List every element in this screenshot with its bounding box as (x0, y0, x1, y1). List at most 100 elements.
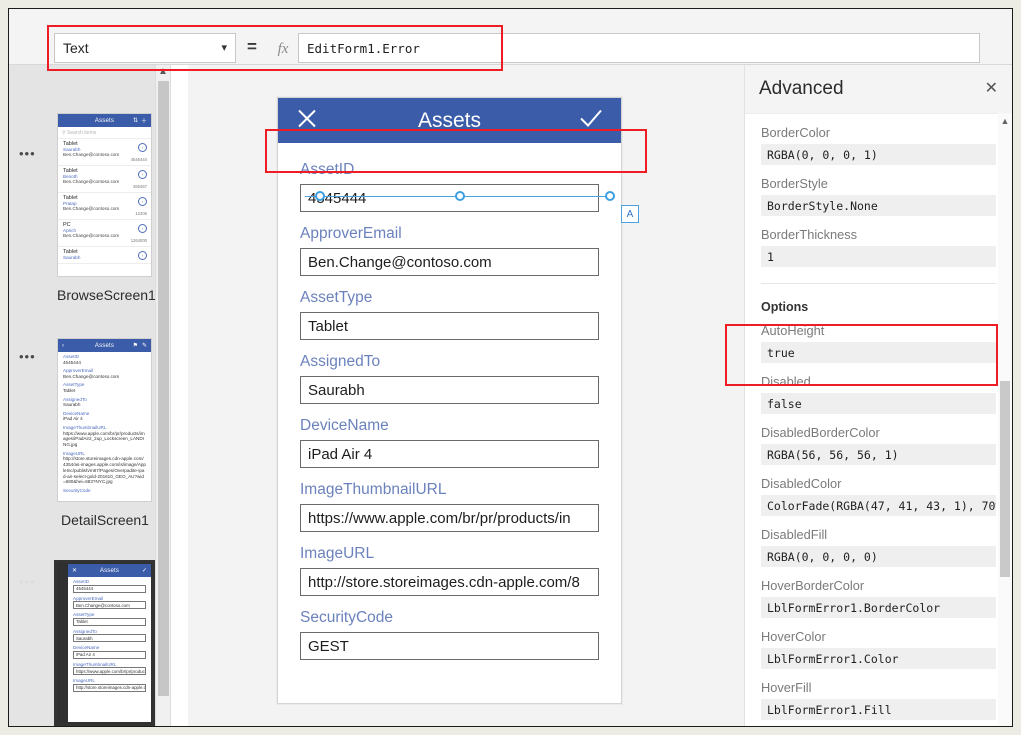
list-item: Tablet Saurabh › (58, 247, 151, 264)
screen-thumb-detailscreen1[interactable]: ‹ Assets ⚑ ✎ AssetID 4545444 ApproverEma… (57, 338, 152, 502)
close-icon[interactable]: ✕ (985, 81, 998, 97)
field-label-assignedto: AssignedTo (300, 353, 599, 371)
field-label: ImageURL (63, 451, 146, 456)
edit-field: ApproverEmail Ben.Change@contoso.com (68, 594, 151, 611)
formula-input[interactable]: EditForm1.Error ▾ (298, 33, 980, 63)
property-select[interactable]: Text ▾ (54, 33, 236, 63)
prop-name-disabled: Disabled (761, 374, 996, 389)
prop-value-autoheight[interactable]: true (761, 342, 996, 363)
item-person: Saurabh (63, 255, 147, 260)
prop-value-disabledfill[interactable]: RGBA(0, 0, 0, 0) (761, 546, 996, 567)
field-label-imageurl: ImageURL (300, 545, 599, 563)
left-pane-scrollbar[interactable]: ▲ (155, 65, 171, 726)
confirm-icon[interactable] (579, 107, 603, 134)
field-input-assignedto[interactable]: Saurabh (300, 376, 599, 404)
screen-overflow-menu-browse[interactable]: ••• (19, 147, 36, 160)
section-header-options: Options (761, 300, 996, 314)
prop-name-hovercolor: HoverColor (761, 629, 996, 644)
field-label-securitycode: SecurityCode (300, 609, 599, 627)
field-label: AssignedTo (63, 397, 146, 402)
prop-name-disabledbordercolor: DisabledBorderColor (761, 425, 996, 440)
prop-value-bordercolor[interactable]: RGBA(0, 0, 0, 1) (761, 144, 996, 165)
chevron-right-icon: › (138, 197, 147, 206)
prop-value-hovercolor[interactable]: LblFormError1.Color (761, 648, 996, 669)
scroll-up-icon[interactable]: ▲ (156, 67, 170, 77)
chevron-down-icon: ▾ (221, 43, 227, 54)
field-input-securitycode[interactable]: GEST (300, 632, 599, 660)
scroll-thumb[interactable] (158, 81, 169, 696)
thumb-edit-icon: ✎ (142, 342, 147, 349)
screen-thumb-editscreen1[interactable]: ✕ Assets ✓ AssetID 4545444 ApproverEmail… (57, 563, 152, 723)
prop-name-bordercolor: BorderColor (761, 125, 996, 140)
prop-name-hoverfill: HoverFill (761, 680, 996, 695)
field-input-assetid[interactable]: 4545444 (300, 184, 599, 212)
screens-thumbnail-pane[interactable]: ••• Assets ⇅ ＋ ⚲ Search items Tablet Sau… (9, 65, 171, 726)
field-label: ImageURL (73, 678, 146, 683)
screen-caption-detailscreen1: DetailScreen1 (57, 512, 153, 528)
phone-preview[interactable]: Assets AssetID 4545444 ApproverEmail Ben… (277, 97, 622, 704)
field-label: AssignedTo (73, 629, 146, 634)
thumb-flag-icon: ⚑ (133, 342, 138, 349)
resize-handle-left[interactable] (315, 191, 325, 201)
prop-value-hoverbordercolor[interactable]: LblFormError1.BorderColor (761, 597, 996, 618)
field-input: iPad Air 4 (73, 651, 146, 659)
chevron-right-icon: › (138, 143, 147, 152)
prop-name-borderthickness: BorderThickness (761, 227, 996, 242)
property-select-value: Text (63, 40, 89, 56)
equals-sign: = (243, 37, 261, 57)
field-label: AssetID (63, 354, 146, 359)
field-label: AssetType (73, 612, 146, 617)
prop-value-borderstyle[interactable]: BorderStyle.None (761, 195, 996, 216)
formula-bar: Text ▾ = fx EditForm1.Error ▾ (9, 9, 1012, 65)
check-icon (579, 107, 603, 129)
scroll-thumb[interactable] (1000, 381, 1010, 577)
field-input-assettype[interactable]: Tablet (300, 312, 599, 340)
list-item: Tablet Saurabh Ben.Change@contoso.com 45… (58, 139, 151, 166)
edit-field: DeviceName iPad Air 4 (68, 643, 151, 660)
item-code: 12206 (63, 211, 147, 216)
screen-thumb-browsescreen1[interactable]: Assets ⇅ ＋ ⚲ Search items Tablet Saurabh… (57, 113, 152, 277)
cancel-icon[interactable] (296, 107, 318, 134)
field-input-devicename[interactable]: iPad Air 4 (300, 440, 599, 468)
detail-field: AssignedTo Saurabh (58, 395, 151, 409)
field-input: Tablet (73, 618, 146, 626)
field-input-approveremail[interactable]: Ben.Change@contoso.com (300, 248, 599, 276)
advanced-panel-scrollbar[interactable]: ▲ (998, 113, 1012, 726)
app-canvas[interactable]: Assets AssetID 4545444 ApproverEmail Ben… (188, 65, 744, 726)
detail-field: ImageThumbnailURL https://www.apple.com/… (58, 423, 151, 449)
scroll-up-icon[interactable]: ▲ (998, 117, 1012, 126)
field-label: ApproverEmail (73, 596, 146, 601)
field-input-imageurl[interactable]: http://store.storeimages.cdn-apple.com/8 (300, 568, 599, 596)
chevron-right-icon: › (138, 251, 147, 260)
prop-value-disabledcolor[interactable]: ColorFade(RGBA(47, 41, 43, 1), 70%) (761, 495, 996, 516)
prop-value-disabledbordercolor[interactable]: RGBA(56, 56, 56, 1) (761, 444, 996, 465)
prop-value-hoverfill[interactable]: LblFormError1.Fill (761, 699, 996, 720)
field-label: ApproverEmail (63, 368, 146, 373)
field-value: Tablet (63, 388, 146, 394)
edit-field: AssetType Tablet (68, 610, 151, 627)
item-code: 365457 (63, 184, 147, 189)
field-label-assetid: AssetID (300, 161, 599, 179)
prop-name-borderstyle: BorderStyle (761, 176, 996, 191)
screen-title-bar: Assets (278, 98, 621, 143)
field-input-imagethumbnailurl[interactable]: https://www.apple.com/br/pr/products/in (300, 504, 599, 532)
advanced-panel-title: Advanced (759, 78, 844, 100)
field-value: http://store.storeimages.cdn-apple.com/4… (63, 456, 146, 485)
selection-adorner[interactable] (305, 195, 615, 198)
screen-overflow-menu-edit[interactable]: ••• (19, 575, 36, 588)
chevron-right-icon: › (138, 224, 147, 233)
field-label: AssetID (73, 579, 146, 584)
list-item: Tablet Benoth Ben.Change@contoso.com 365… (58, 166, 151, 193)
edit-form: AssetID 4545444 ApproverEmail Ben.Change… (278, 143, 621, 660)
detail-field: ApproverEmail Ben.Change@contoso.com (58, 366, 151, 380)
resize-handle-center[interactable] (455, 191, 465, 201)
screen-overflow-menu-detail[interactable]: ••• (19, 350, 36, 363)
advanced-panel[interactable]: Advanced ✕ Border BorderColor RGBA(0, 0,… (744, 65, 1012, 726)
resize-handle-right[interactable] (605, 191, 615, 201)
prop-value-borderthickness[interactable]: 1 (761, 246, 996, 267)
field-input: 4545444 (73, 585, 146, 593)
thumb-inner: ✕ Assets ✓ AssetID 4545444 ApproverEmail… (68, 564, 151, 722)
prop-name-autoheight: AutoHeight (761, 323, 996, 338)
detail-field: AssetType Tablet (58, 380, 151, 394)
prop-value-disabled[interactable]: false (761, 393, 996, 414)
